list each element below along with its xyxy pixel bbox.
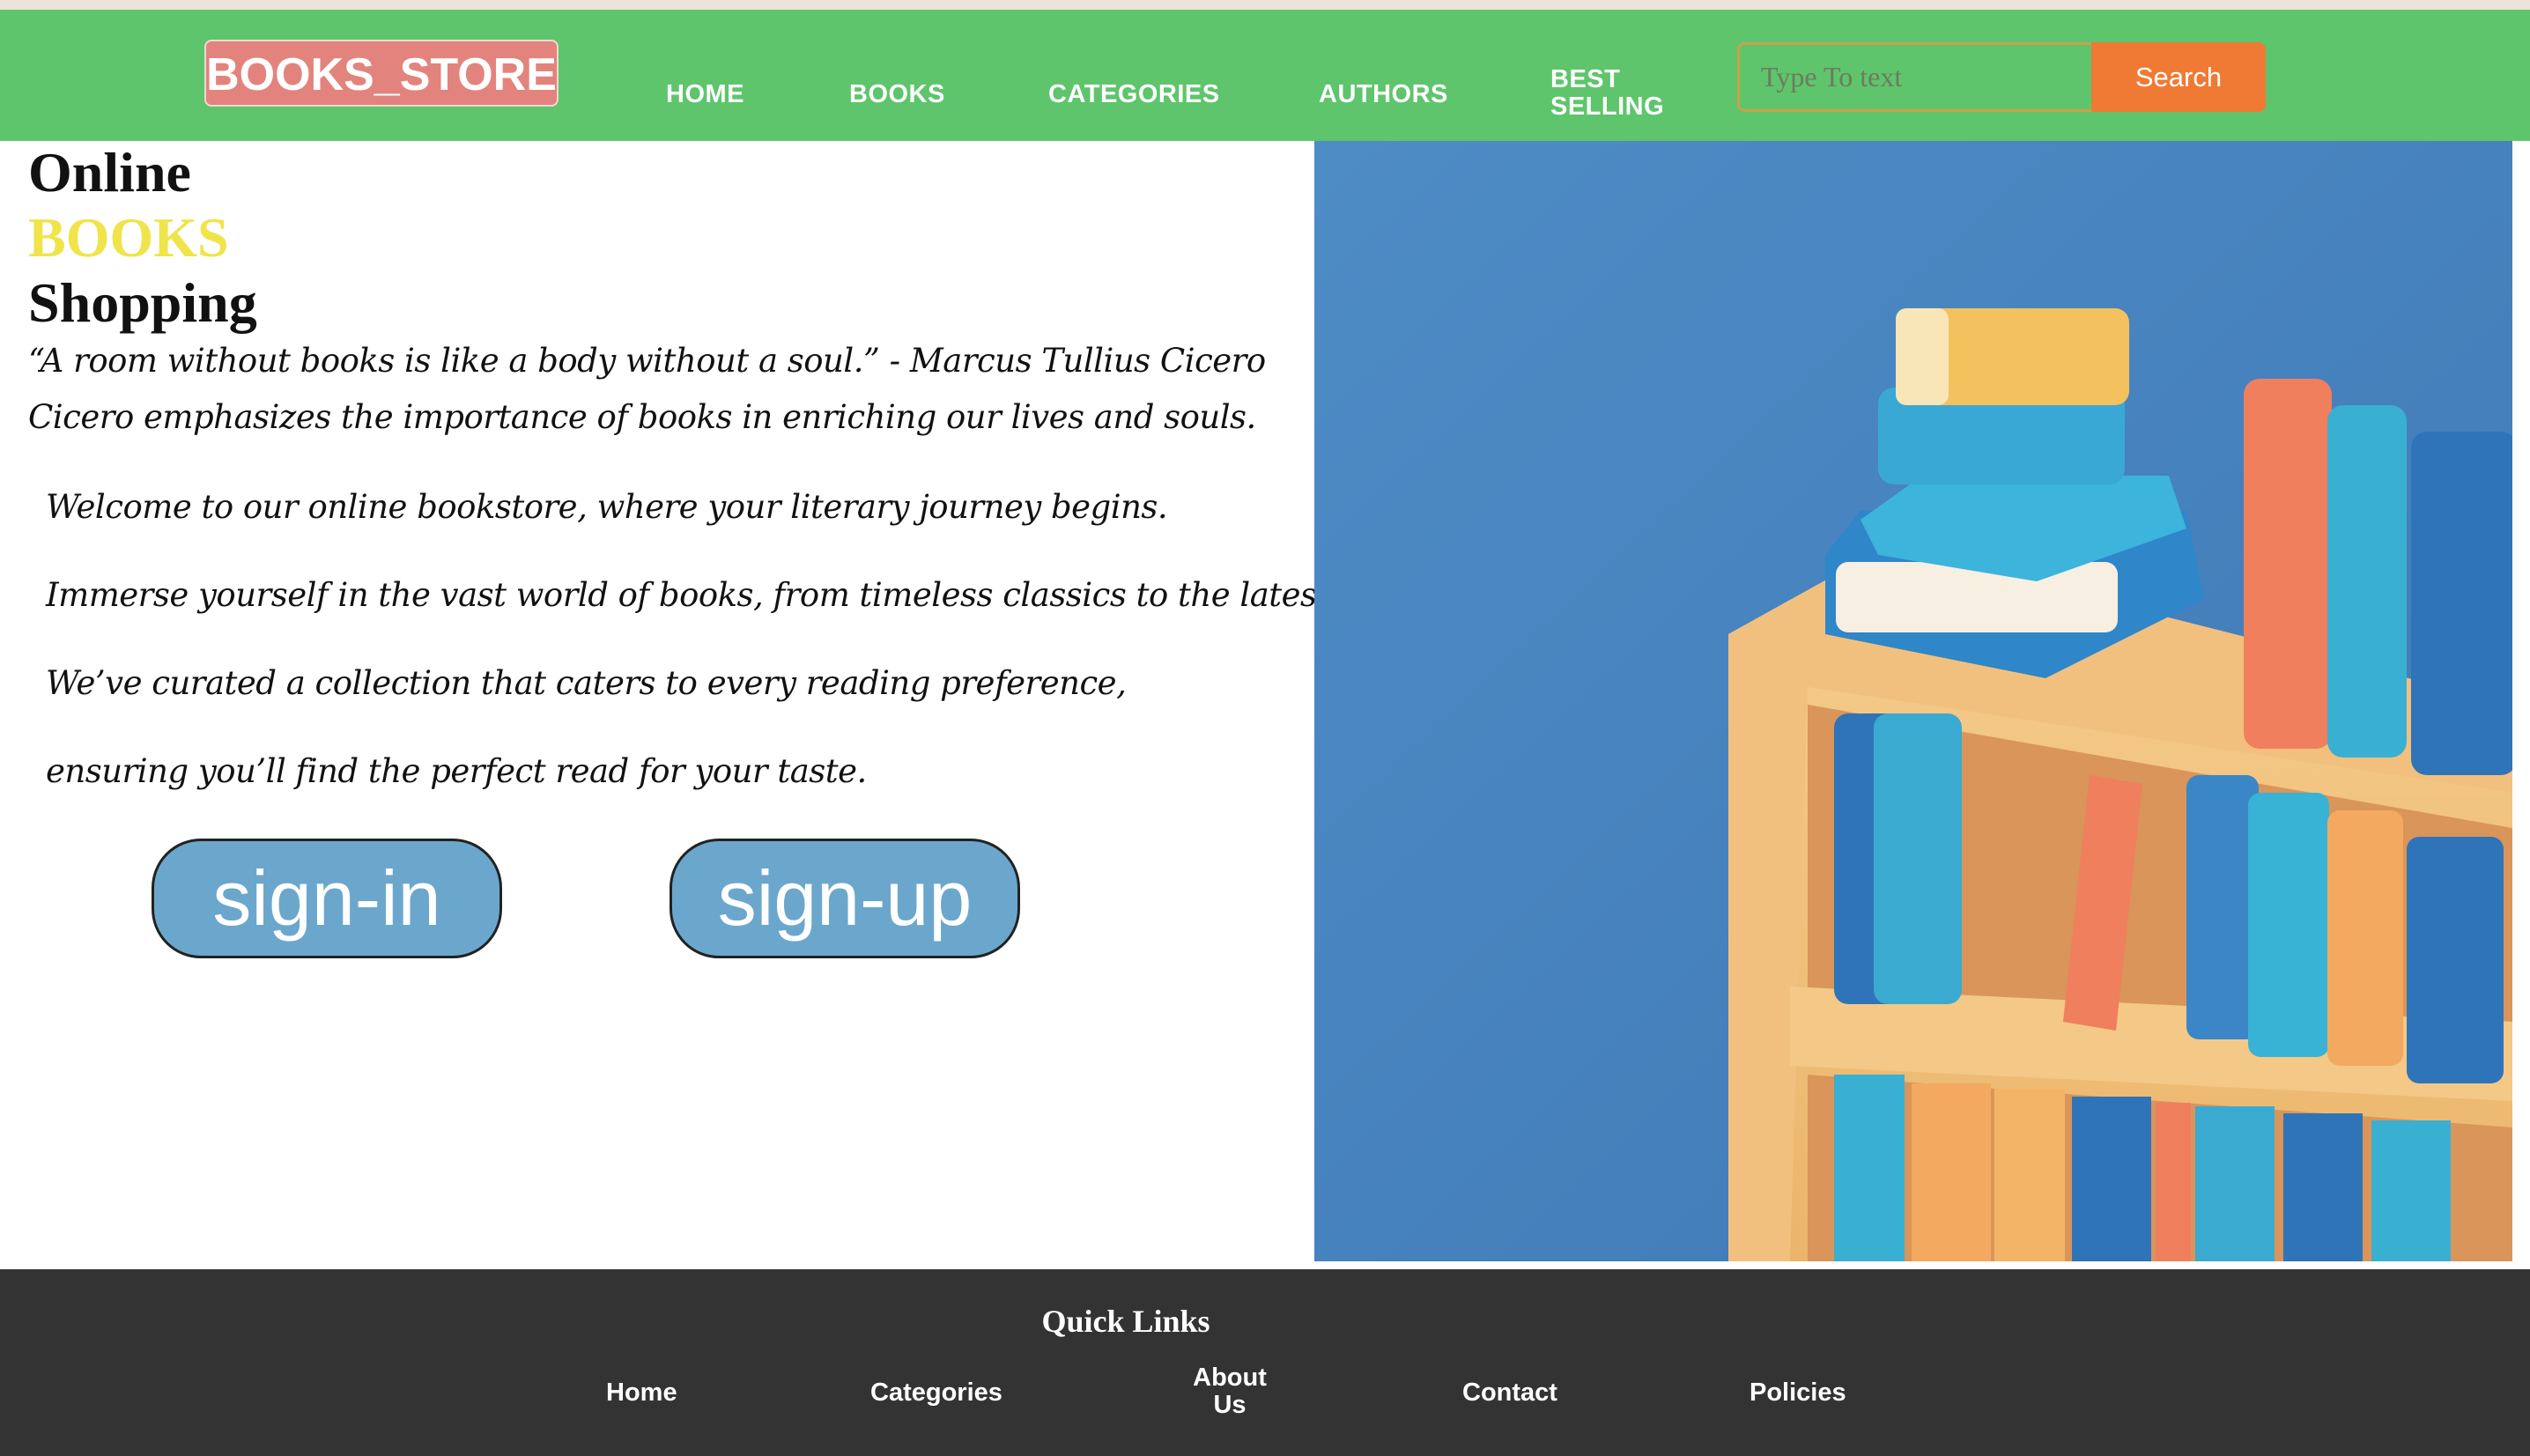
search-button[interactable]: Search xyxy=(2091,42,2266,112)
intro-paragraph-4: ensuring you’ll find the perfect read fo… xyxy=(46,752,867,790)
browser-top-strip xyxy=(0,0,2530,10)
footer-home-link[interactable]: Home xyxy=(606,1378,677,1408)
footer-contact-link[interactable]: Contact xyxy=(1462,1378,1557,1408)
hero-title-shopping: Shopping xyxy=(28,271,257,334)
nav-categories-link[interactable]: CATEGORIES xyxy=(1048,80,1220,109)
footer-quick-links-title: Quick Links xyxy=(1041,1304,1210,1339)
hero-title-books: BOOKS xyxy=(28,206,229,269)
sign-up-button[interactable]: sign-up xyxy=(669,839,1020,958)
intro-paragraph-3: We’ve curated a collection that caters t… xyxy=(46,664,1127,702)
nav-authors-link[interactable]: AUTHORS xyxy=(1319,80,1448,109)
nav-books-link[interactable]: BOOKS xyxy=(849,80,945,109)
footer-about-link[interactable]: About Us xyxy=(1186,1364,1274,1419)
site-logo[interactable]: BOOKS_STORE xyxy=(204,40,559,107)
nav-home-link[interactable]: HOME xyxy=(666,80,744,109)
nav-best-selling-link[interactable]: BEST SELLING xyxy=(1550,66,1674,121)
top-navbar: BOOKS_STORE HOME BOOKS CATEGORIES AUTHOR… xyxy=(0,10,2530,141)
intro-paragraph-1: Welcome to our online bookstore, where y… xyxy=(46,488,1168,526)
hero-title-online: Online xyxy=(28,141,191,203)
search-input[interactable] xyxy=(1737,42,2093,112)
intro-paragraph-2: Immerse yourself in the vast world of bo… xyxy=(46,576,1523,614)
site-footer: Quick Links Home Categories About Us Con… xyxy=(0,1269,2530,1456)
sign-in-button[interactable]: sign-in xyxy=(152,839,502,958)
cicero-quote: “A room without books is like a body wit… xyxy=(28,342,1266,380)
footer-categories-link[interactable]: Categories xyxy=(870,1378,1002,1408)
bookshelf-illustration xyxy=(1314,141,2517,1261)
footer-policies-link[interactable]: Policies xyxy=(1750,1378,1846,1408)
quote-explanation: Cicero emphasizes the importance of book… xyxy=(28,398,1256,436)
